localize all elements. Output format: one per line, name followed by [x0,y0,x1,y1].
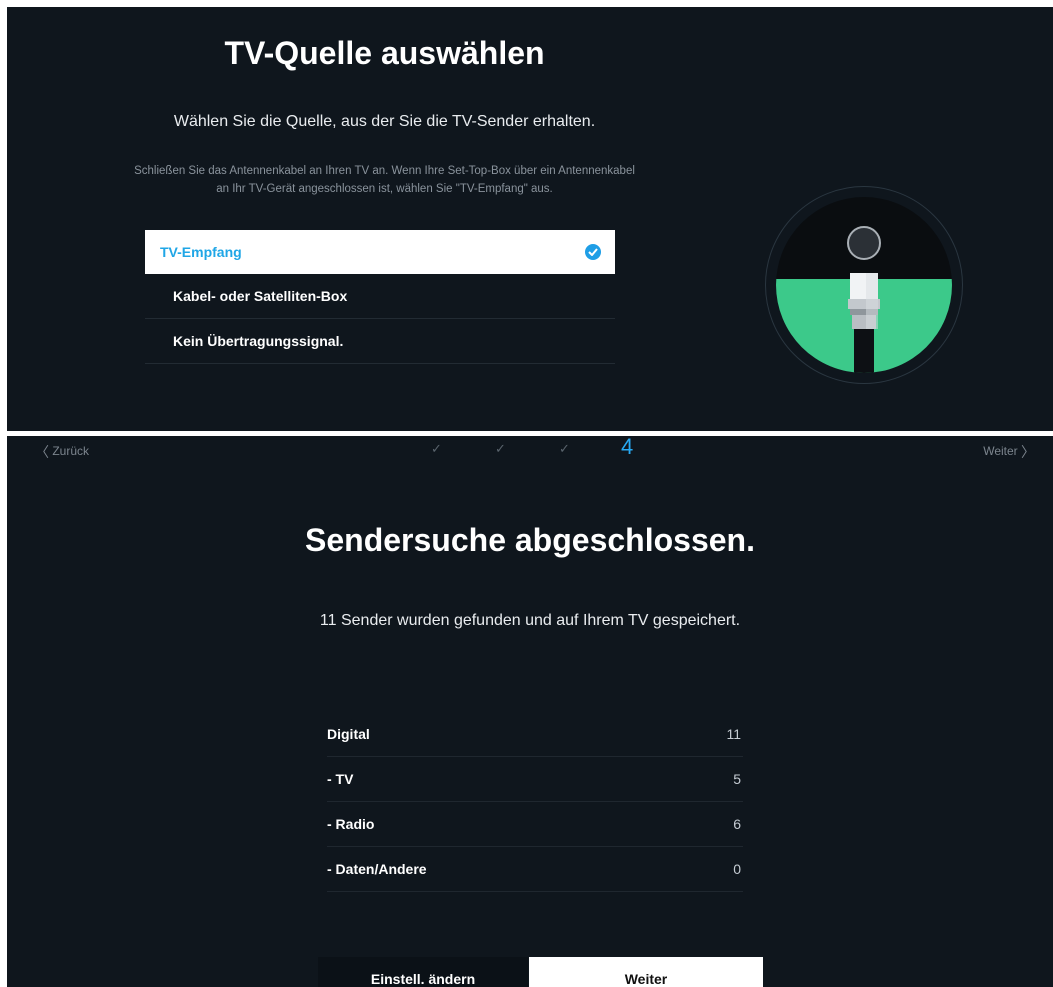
back-label: Zurück [52,444,90,459]
tv-source-screen: TV-Quelle auswählen Wählen Sie die Quell… [7,7,1053,431]
connection-hint: Schließen Sie das Antennenkabel an Ihren… [134,165,635,195]
page-subtitle: Wählen Sie die Quelle, aus der Sie die T… [173,113,596,130]
scan-complete-screen: 〈 Zurück ✓ ✓ ✓ 4 Weiter 〉 Sendersuche ab… [7,436,1053,987]
result-row-digital: Digital 11 [327,712,743,757]
current-step-number: 4 [621,436,634,459]
next-button[interactable]: Weiter [529,957,763,987]
source-option-label: Kabel- oder Satelliten-Box [173,288,348,304]
next-nav-button[interactable]: Weiter 〉 [983,442,1035,462]
step-done-checkmark-icon: ✓ [431,441,442,456]
checkmark-icon [585,244,601,260]
result-label: - Radio [327,816,375,832]
result-row-tv: - TV 5 [327,757,743,802]
result-label: - TV [327,771,354,787]
result-count: 5 [733,771,741,787]
page-subtitle: 11 Sender wurden gefunden und auf Ihrem … [319,612,741,629]
page-title: TV-Quelle auswählen [224,35,545,71]
step-done-checkmark-icon: ✓ [559,441,570,456]
next-label: Weiter [983,444,1018,459]
channel-results-table: Digital 11 - TV 5 - Radio 6 - Daten/Ande… [327,712,743,892]
result-label: Digital [327,726,370,742]
result-label: - Daten/Andere [327,861,427,877]
source-option-cable-satellite-box[interactable]: Kabel- oder Satelliten-Box [145,274,615,319]
source-option-label: Kein Übertragungssignal. [173,333,344,349]
result-count: 11 [726,726,741,742]
source-option-tv-reception[interactable]: TV-Empfang [145,230,615,274]
result-count: 6 [733,816,741,832]
source-option-no-signal[interactable]: Kein Übertragungssignal. [145,319,615,364]
back-button[interactable]: 〈 Zurück [35,442,89,462]
result-row-radio: - Radio 6 [327,802,743,847]
page-title: Sendersuche abgeschlossen. [305,522,755,558]
result-count: 0 [733,861,741,877]
chevron-right-icon: 〉 [1021,444,1035,460]
antenna-cable-illustration [765,186,963,384]
source-option-list: TV-Empfang Kabel- oder Satelliten-Box Ke… [145,230,615,364]
change-settings-button[interactable]: Einstell. ändern [318,957,528,987]
result-row-data-other: - Daten/Andere 0 [327,847,743,892]
source-option-label: TV-Empfang [160,244,242,260]
step-done-checkmark-icon: ✓ [495,441,506,456]
chevron-left-icon: 〈 [35,444,49,460]
